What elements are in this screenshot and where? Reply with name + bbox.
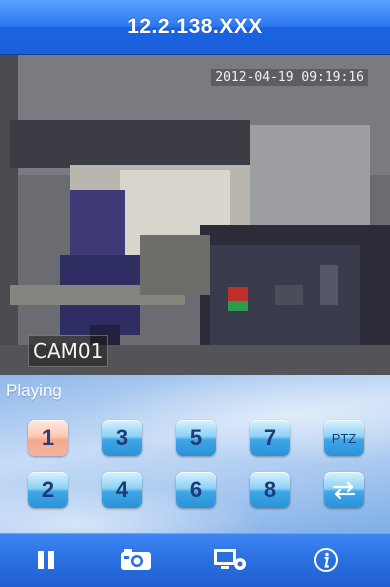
channel-4-button[interactable]: 4 bbox=[102, 472, 142, 508]
bottom-toolbar bbox=[0, 533, 390, 587]
pause-icon bbox=[38, 551, 54, 569]
channel-2-button[interactable]: 2 bbox=[28, 472, 68, 508]
snapshot-button[interactable] bbox=[114, 542, 158, 578]
channel-7-button[interactable]: 7 bbox=[250, 420, 290, 456]
timestamp-overlay: 2012-04-19 09:19:16 bbox=[211, 69, 368, 86]
info-icon bbox=[314, 548, 338, 572]
channel-3-button[interactable]: 3 bbox=[102, 420, 142, 456]
pause-button[interactable] bbox=[24, 542, 68, 578]
camera-label-overlay: CAM01 bbox=[28, 335, 109, 367]
channel-5-button[interactable]: 5 bbox=[176, 420, 216, 456]
channel-8-button[interactable]: 8 bbox=[250, 472, 290, 508]
swap-stream-button[interactable] bbox=[324, 472, 364, 508]
swap-arrows-icon bbox=[332, 481, 356, 499]
channel-control-panel: Playing 1 3 5 7 PTZ 2 4 6 8 bbox=[0, 375, 390, 533]
video-feed[interactable]: 2012-04-19 09:19:16 CAM01 bbox=[0, 55, 390, 375]
channel-1-button[interactable]: 1 bbox=[28, 420, 68, 456]
title-bar: 12.2.138.XXX bbox=[0, 0, 390, 55]
camera-scene bbox=[0, 55, 390, 375]
info-button[interactable] bbox=[304, 542, 348, 578]
settings-monitor-icon bbox=[214, 549, 246, 570]
channel-6-button[interactable]: 6 bbox=[176, 472, 216, 508]
device-address-title: 12.2.138.XXX bbox=[127, 15, 263, 38]
snapshot-camera-icon bbox=[121, 549, 151, 570]
playback-status: Playing bbox=[6, 381, 62, 400]
ptz-button[interactable]: PTZ bbox=[324, 420, 364, 456]
settings-button[interactable] bbox=[208, 542, 252, 578]
